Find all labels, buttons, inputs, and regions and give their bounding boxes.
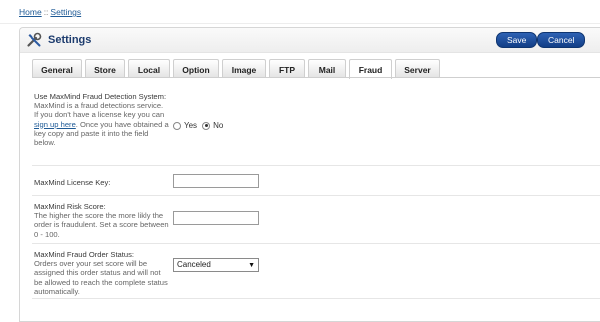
license-key-row: MaxMind License Key:	[32, 166, 600, 196]
fraud-detection-no-radio[interactable]	[202, 121, 211, 130]
tab-local[interactable]: Local	[128, 59, 170, 78]
fraud-detection-radio-group: Yes No	[173, 121, 228, 130]
save-button[interactable]: Save	[496, 32, 538, 48]
yes-label: Yes	[184, 121, 198, 130]
order-status-help: Orders over your set score will be assig…	[34, 259, 168, 296]
fraud-settings-form: Use MaxMind Fraud Detection System: MaxM…	[32, 86, 600, 299]
page-title: Settings	[48, 34, 92, 46]
fraud-detection-label: Use MaxMind Fraud Detection System: MaxM…	[34, 92, 169, 147]
tab-fraud[interactable]: Fraud	[349, 59, 392, 79]
risk-score-label: MaxMind Risk Score: The higher the score…	[34, 202, 169, 239]
tab-divider	[32, 77, 600, 78]
no-label: No	[213, 121, 224, 130]
risk-score-title: MaxMind Risk Score:	[34, 202, 106, 211]
tools-icon	[27, 32, 42, 47]
breadcrumb-divider	[0, 23, 600, 24]
breadcrumb: Home:: Settings	[19, 7, 81, 17]
license-key-title: MaxMind License Key:	[34, 178, 111, 187]
fraud-detection-title: Use MaxMind Fraud Detection System:	[34, 92, 167, 101]
settings-tabs: General Store Local Option Image FTP Mai…	[32, 59, 443, 79]
license-key-label: MaxMind License Key:	[34, 178, 169, 187]
panel-header: Settings Save Cancel	[20, 28, 600, 53]
sign-up-link[interactable]: sign up here	[34, 120, 76, 129]
caret-down-icon: ▼	[248, 262, 255, 269]
risk-score-help: The higher the score the more likly the …	[34, 211, 169, 239]
order-status-selected: Canceled	[177, 260, 211, 269]
order-status-title: MaxMind Fraud Order Status:	[34, 250, 135, 259]
order-status-label: MaxMind Fraud Order Status: Orders over …	[34, 250, 169, 296]
order-status-select[interactable]: Canceled ▼	[173, 258, 259, 272]
tab-general[interactable]: General	[32, 59, 82, 78]
order-status-row: MaxMind Fraud Order Status: Orders over …	[32, 244, 600, 299]
tab-image[interactable]: Image	[222, 59, 266, 78]
tab-store[interactable]: Store	[85, 59, 125, 78]
license-key-input[interactable]	[173, 174, 259, 188]
tab-server[interactable]: Server	[395, 59, 440, 78]
risk-score-row: MaxMind Risk Score: The higher the score…	[32, 196, 600, 244]
breadcrumb-separator: ::	[43, 7, 49, 17]
tab-mail[interactable]: Mail	[308, 59, 346, 78]
fraud-detection-help: MaxMind is a fraud detections service. I…	[34, 101, 169, 147]
risk-score-input[interactable]	[173, 211, 259, 225]
breadcrumb-settings-link[interactable]: Settings	[50, 7, 81, 17]
tab-ftp[interactable]: FTP	[269, 59, 305, 78]
fraud-detection-help-text: MaxMind is a fraud detections service. I…	[34, 101, 165, 120]
fraud-detection-row: Use MaxMind Fraud Detection System: MaxM…	[32, 86, 600, 166]
settings-panel: Settings Save Cancel General Store Local…	[19, 27, 600, 322]
cancel-button[interactable]: Cancel	[537, 32, 586, 48]
breadcrumb-home-link[interactable]: Home	[19, 7, 42, 17]
tab-option[interactable]: Option	[173, 59, 219, 78]
fraud-detection-yes-radio[interactable]	[173, 121, 181, 130]
